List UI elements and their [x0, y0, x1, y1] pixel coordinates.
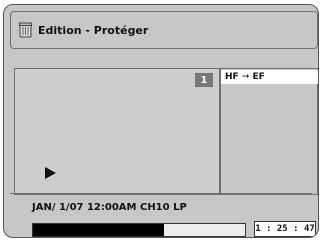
play-icon: [45, 167, 56, 179]
page-title: Edition - Protéger: [38, 23, 149, 37]
edit-protect-screen: Edition - Protéger 1 HF ➞ EF JAN/ 1/07 1…: [3, 4, 319, 238]
playback-progress-bar: [32, 223, 246, 237]
time-display: 1 : 25 : 47: [254, 221, 316, 237]
options-panel: HF ➞ EF: [220, 68, 318, 195]
video-preview: 1: [14, 68, 220, 195]
protect-toggle-option[interactable]: HF ➞ EF: [221, 70, 318, 84]
trash-icon: [19, 22, 32, 38]
progress-fill: [33, 224, 165, 236]
divider: [10, 193, 312, 194]
recording-info: JAN/ 1/07 12:00AM CH10 LP: [32, 202, 187, 213]
title-index-badge: 1: [195, 73, 213, 87]
title-bar: Edition - Protéger: [10, 11, 318, 49]
protect-toggle-label: HF ➞ EF: [225, 72, 265, 82]
